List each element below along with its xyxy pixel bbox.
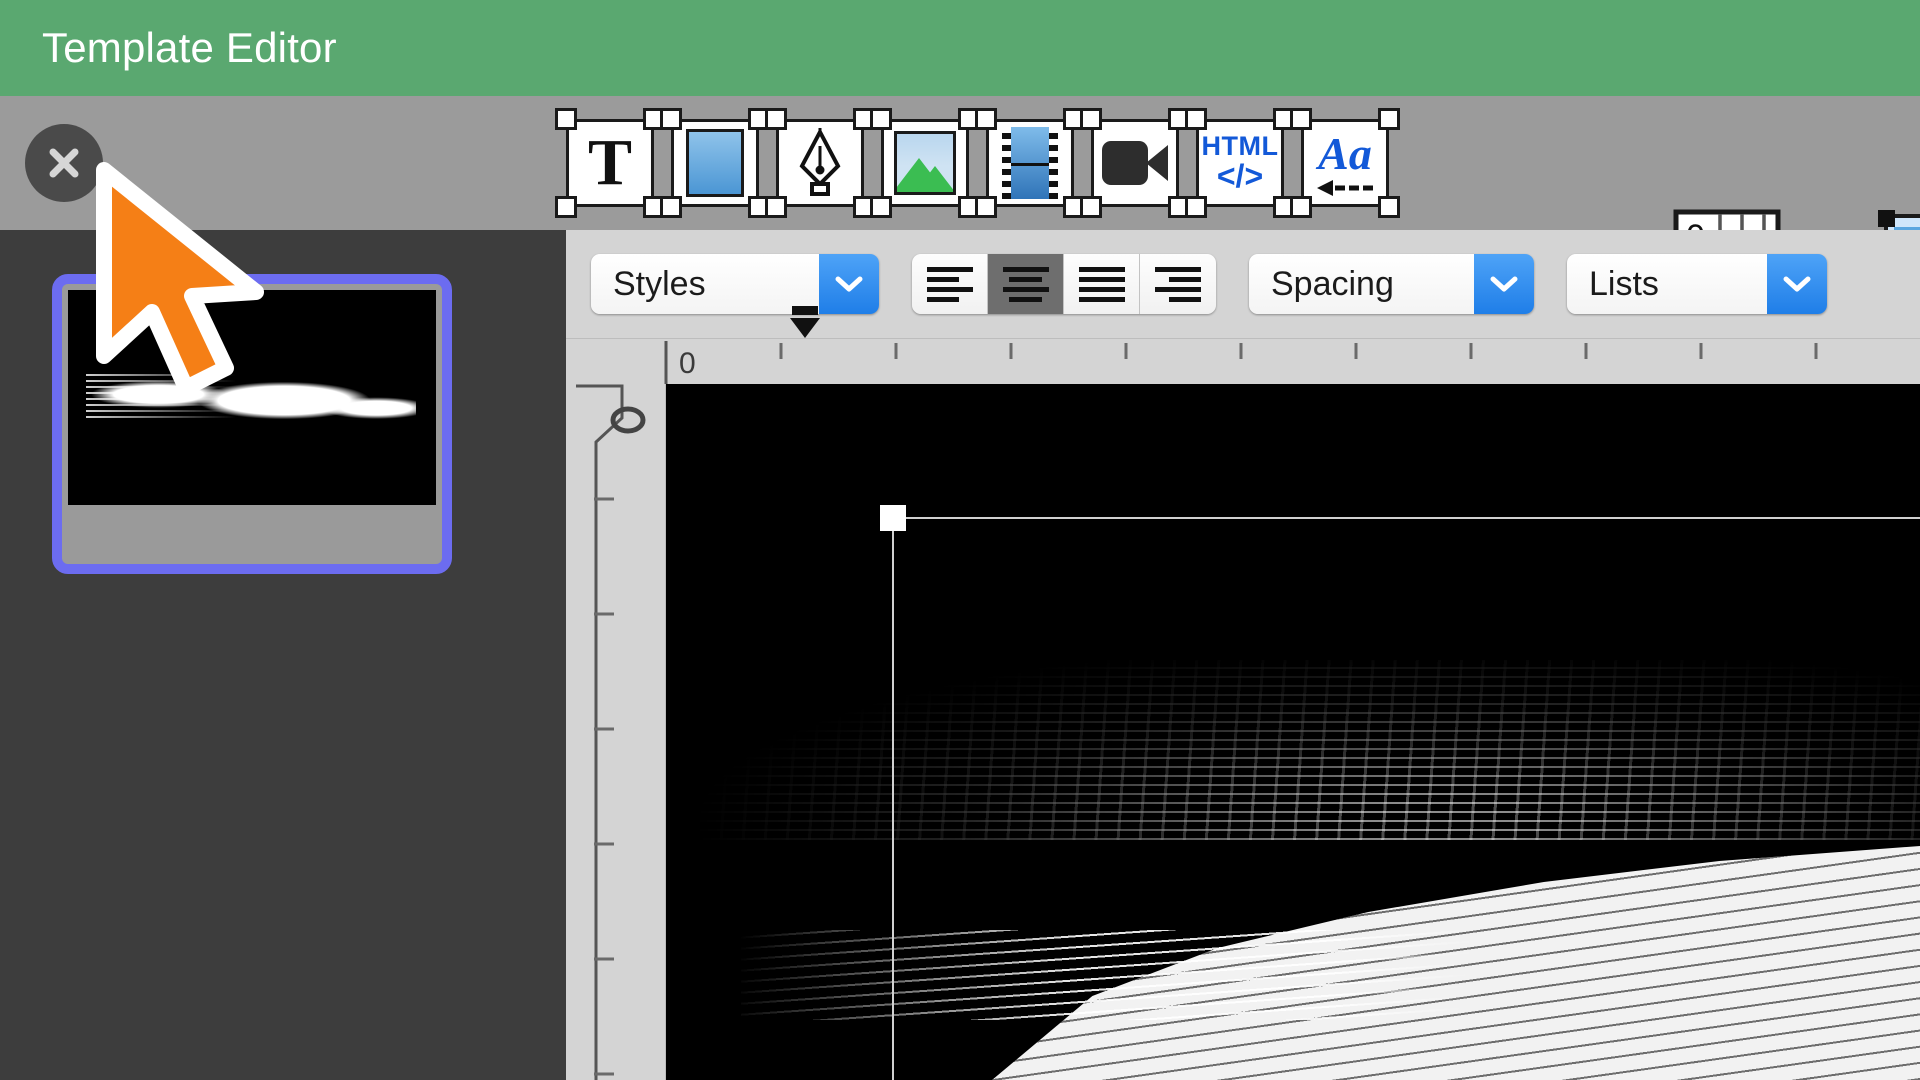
insert-video-button[interactable] xyxy=(1080,108,1190,218)
film-strip-icon xyxy=(1002,127,1058,199)
styles-dropdown[interactable]: Styles xyxy=(591,254,879,314)
align-justify-button[interactable] xyxy=(1064,254,1140,314)
wrap-arrow-icon xyxy=(1317,179,1373,196)
html-code-icon: HTML </> xyxy=(1202,132,1279,194)
handle-top-left xyxy=(975,108,997,130)
text-t-icon: T xyxy=(587,126,633,199)
resize-handle[interactable] xyxy=(880,505,906,531)
ruler-ticks xyxy=(664,341,1818,385)
handle-bottom-right xyxy=(1378,196,1400,218)
blue-rectangle-icon xyxy=(686,129,744,197)
water-texture xyxy=(666,660,1920,840)
thumbnail-footer xyxy=(68,505,436,562)
code-brackets-label: </> xyxy=(1216,158,1264,195)
lists-dropdown[interactable]: Lists xyxy=(1567,254,1827,314)
aa-text-wrap-icon: Aa xyxy=(1317,127,1373,196)
align-right-button[interactable] xyxy=(1140,254,1216,314)
toolbar-left-region xyxy=(0,96,566,230)
canvas-area xyxy=(566,384,1920,1080)
alignment-segmented-control xyxy=(912,254,1216,314)
handle-top-left xyxy=(1185,108,1207,130)
chevron-down-icon xyxy=(819,254,879,314)
insert-drawing-button[interactable] xyxy=(765,108,875,218)
object-left-guide xyxy=(892,517,894,1080)
indent-marker-icon[interactable] xyxy=(782,306,828,340)
align-right-icon xyxy=(1155,266,1201,302)
handle-top-left xyxy=(555,108,577,130)
thumbnail-artwork xyxy=(86,364,416,440)
handle-top-left xyxy=(1290,108,1312,130)
toolbar: T HTML </> Aa xyxy=(0,96,1920,315)
align-center-icon xyxy=(1002,266,1049,302)
chevron-down-icon xyxy=(1474,254,1534,314)
handle-bottom-left xyxy=(660,196,682,218)
handle-bottom-left xyxy=(870,196,892,218)
html-label: HTML xyxy=(1201,131,1279,162)
handle-bottom-left xyxy=(765,196,787,218)
horizontal-ruler[interactable]: 0 xyxy=(566,338,1920,385)
pages-sidebar xyxy=(0,230,566,1080)
thumbnail-preview xyxy=(68,290,436,505)
format-toolbar: Styles Spacing Lists xyxy=(566,230,1920,338)
page-title: Template Editor xyxy=(42,24,337,71)
handle-bottom-left xyxy=(1185,196,1207,218)
insert-text-wrap-button[interactable]: Aa xyxy=(1290,108,1400,218)
close-icon xyxy=(49,148,79,178)
align-justify-icon xyxy=(1078,266,1125,302)
handle-bottom-left xyxy=(1290,196,1312,218)
handle-top-left xyxy=(1080,108,1102,130)
video-camera-icon xyxy=(1102,141,1168,185)
photo-icon xyxy=(894,131,956,195)
handle-top-left xyxy=(660,108,682,130)
align-left-button[interactable] xyxy=(912,254,988,314)
handle-top-right xyxy=(1378,108,1400,130)
handle-top-left xyxy=(870,108,892,130)
template-editor-window: Template Editor T HTML </> Aa Styles Spa… xyxy=(0,0,1920,1080)
handle-top-left xyxy=(765,108,787,130)
aa-label: Aa xyxy=(1318,127,1372,179)
document-canvas[interactable] xyxy=(666,384,1920,1080)
handle-bottom-left xyxy=(975,196,997,218)
spacing-dropdown[interactable]: Spacing xyxy=(1249,254,1534,314)
pen-nib-icon xyxy=(799,127,841,196)
align-left-icon xyxy=(926,266,973,302)
lists-dropdown-label: Lists xyxy=(1567,254,1767,314)
align-center-button[interactable] xyxy=(988,254,1064,314)
insert-text-box-button[interactable]: T xyxy=(555,108,665,218)
close-button[interactable] xyxy=(25,124,103,202)
vertical-ruler-ticks xyxy=(576,384,646,1080)
title-bar: Template Editor xyxy=(0,0,1920,96)
insert-shape-button[interactable] xyxy=(660,108,770,218)
handle-bottom-left xyxy=(1080,196,1102,218)
editor-pane: Styles Spacing Lists 0 xyxy=(566,230,1920,1080)
vertical-ruler[interactable] xyxy=(566,384,666,1080)
insert-object-toolbar: T HTML </> Aa xyxy=(555,96,1400,230)
chevron-down-icon xyxy=(1767,254,1827,314)
styles-dropdown-label: Styles xyxy=(591,254,819,314)
handle-bottom-left xyxy=(555,196,577,218)
page-thumbnail-1[interactable] xyxy=(52,274,452,574)
insert-image-button[interactable] xyxy=(870,108,980,218)
object-top-guide xyxy=(892,517,1920,519)
insert-film-button[interactable] xyxy=(975,108,1085,218)
canvas-photo xyxy=(666,660,1920,1080)
spacing-dropdown-label: Spacing xyxy=(1249,254,1474,314)
surf-spray-texture xyxy=(741,930,1469,1020)
insert-html-button[interactable]: HTML </> xyxy=(1185,108,1295,218)
